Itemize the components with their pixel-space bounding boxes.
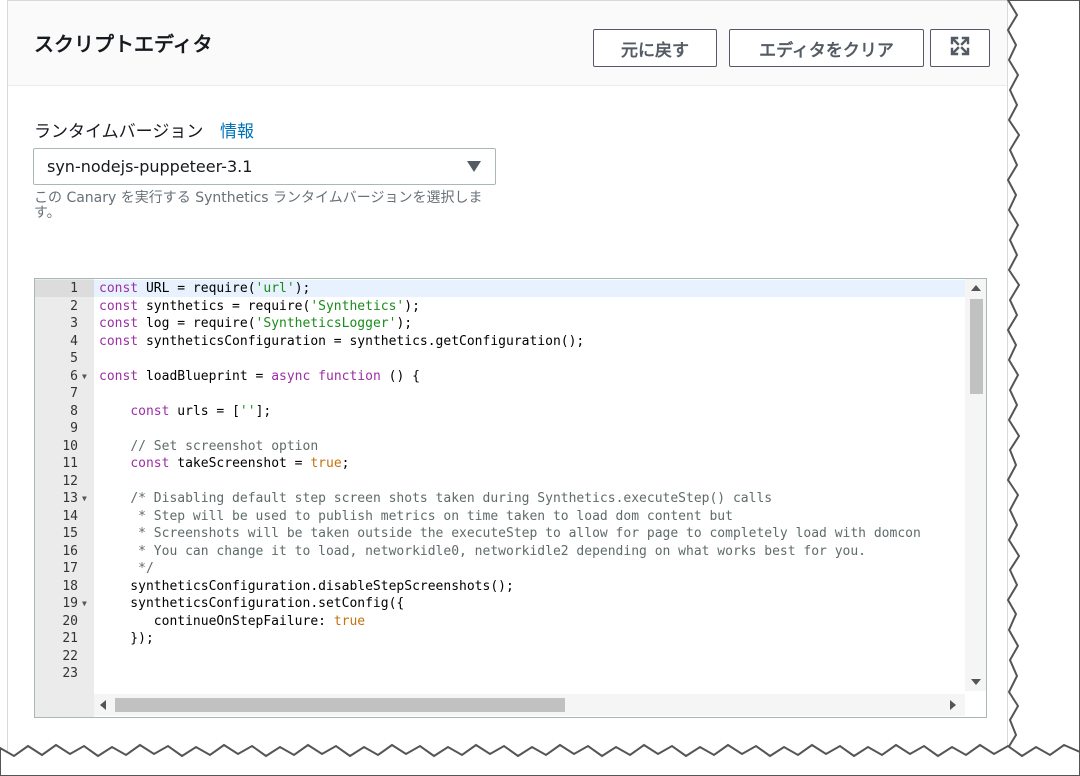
code-text: const synthetics = require('Synthetics')… [99, 298, 420, 314]
code-line[interactable]: 3 const log = require('SyntheticsLogger')… [35, 315, 965, 333]
code-editor[interactable]: 1 const URL = require('url'); 2 const synth… [34, 278, 987, 718]
code-line[interactable]: 7 [35, 385, 965, 403]
code-text: * Screenshots will be taken outside the … [99, 526, 921, 541]
code-text: // Set screenshot option [130, 438, 319, 454]
code-text: const urls = ['']; [130, 403, 272, 419]
code-line[interactable]: 1 const URL = require('url'); [35, 280, 965, 298]
line-number: 13 [62, 491, 78, 506]
undo-button[interactable]: 元に戻す [593, 29, 717, 67]
caret-down-icon [467, 161, 481, 172]
fold-toggle-icon[interactable]: ▼ [82, 490, 87, 508]
code-text: syntheticsConfiguration.disableStepScree… [99, 578, 514, 594]
code-line[interactable]: 4 const syntheticsConfiguration = synthet… [35, 333, 965, 351]
scroll-down-icon[interactable] [971, 679, 981, 685]
code-line[interactable]: 17 */ [35, 560, 965, 578]
code-line[interactable]: 22 [35, 648, 965, 666]
code-line[interactable]: 10 // Set screenshot option [35, 438, 965, 456]
code-text: continueOnStepFailure: true [99, 613, 366, 629]
scroll-up-icon[interactable] [971, 285, 981, 291]
code-text: }); [99, 631, 154, 646]
line-number: 1 [70, 281, 78, 296]
code-text: const takeScreenshot = true; [130, 456, 350, 471]
line-number: 9 [70, 421, 78, 436]
code-line[interactable]: 12 [35, 473, 965, 491]
fold-toggle-icon[interactable]: ▼ [82, 368, 87, 386]
fullscreen-button[interactable] [930, 29, 990, 67]
line-number: 22 [62, 648, 78, 664]
runtime-version-label: ランタイムバージョン [34, 122, 204, 142]
code-line[interactable]: 15 * Screenshots will be taken outside t… [35, 525, 965, 543]
fold-toggle-icon[interactable]: ▼ [82, 595, 87, 613]
code-text: * Step will be used to publish metrics o… [99, 508, 733, 524]
clear-editor-button[interactable]: エディタをクリア [729, 29, 924, 67]
line-number: 4 [70, 333, 78, 349]
line-number: 18 [62, 578, 78, 594]
scroll-right-icon[interactable] [950, 700, 956, 710]
runtime-version-value: syn-nodejs-puppeteer-3.1 [47, 157, 253, 176]
code-line[interactable]: 14 * Step will be used to publish metric… [35, 508, 965, 526]
info-link[interactable]: 情報 [220, 117, 254, 142]
vertical-scrollbar[interactable] [965, 279, 986, 691]
code-line[interactable]: 13 ▼ /* Disabling default step screen sho… [35, 490, 965, 508]
line-number: 3 [70, 316, 78, 331]
code-text: */ [99, 561, 154, 576]
line-number: 20 [62, 613, 78, 629]
code-text: const syntheticsConfiguration = syntheti… [99, 333, 585, 349]
line-number: 17 [62, 561, 78, 576]
code-text: * You can change it to load, networkidle… [99, 543, 867, 559]
code-lines[interactable]: 1 const URL = require('url'); 2 const synth… [35, 280, 965, 683]
code-line[interactable]: 18 syntheticsConfiguration.disableStepSc… [35, 578, 965, 596]
line-number: 6 [70, 368, 78, 384]
torn-edge-bottom [0, 743, 1080, 776]
code-line[interactable]: 8 const urls = ['']; [35, 403, 965, 421]
script-editor-panel: スクリプトエディタ 元に戻す エディタをクリア ランタイムバージョン 情報 sy… [7, 0, 1008, 760]
code-line[interactable]: 19 ▼ syntheticsConfiguration.setConfig({ [35, 595, 965, 613]
line-number: 23 [62, 666, 78, 681]
runtime-version-select[interactable]: syn-nodejs-puppeteer-3.1 [33, 148, 496, 185]
line-number: 7 [70, 386, 78, 401]
code-text: syntheticsConfiguration.setConfig({ [99, 596, 405, 611]
line-number: 2 [70, 298, 78, 314]
code-line[interactable]: 23 [35, 665, 965, 683]
vertical-scroll-thumb[interactable] [970, 299, 983, 394]
code-line[interactable]: 6 ▼ const loadBlueprint = async function (… [35, 368, 965, 386]
line-number: 12 [62, 473, 78, 489]
code-text: /* Disabling default step screen shots t… [130, 491, 773, 506]
line-number: 5 [70, 351, 78, 366]
line-number: 16 [62, 543, 78, 559]
code-line[interactable]: 20 continueOnStepFailure: true [35, 613, 965, 631]
code-text: const loadBlueprint = async function () … [99, 368, 420, 384]
line-number: 14 [62, 508, 78, 524]
panel-header: スクリプトエディタ 元に戻す エディタをクリア [8, 1, 1007, 86]
horizontal-scrollbar[interactable] [94, 694, 965, 716]
code-text: const log = require('SyntheticsLogger'); [99, 316, 413, 331]
code-line[interactable]: 5 [35, 350, 965, 368]
line-number: 8 [70, 403, 78, 419]
horizontal-scroll-thumb[interactable] [115, 698, 565, 712]
line-number: 19 [62, 596, 78, 611]
line-number: 15 [62, 526, 78, 541]
runtime-version-hint: この Canary を実行する Synthetics ランタイムバージョンを選択… [34, 190, 483, 221]
code-line[interactable]: 11 const takeScreenshot = true; [35, 455, 965, 473]
line-number: 21 [62, 631, 78, 646]
torn-edge-right [1006, 0, 1080, 776]
code-line[interactable]: 21 }); [35, 630, 965, 648]
line-number: 11 [62, 456, 78, 471]
code-line[interactable]: 2 const synthetics = require('Synthetics'… [35, 298, 965, 316]
scroll-left-icon[interactable] [100, 700, 106, 710]
expand-icon [950, 36, 970, 61]
panel-title: スクリプトエディタ [34, 32, 213, 56]
code-text: const URL = require('url'); [99, 281, 311, 296]
code-line[interactable]: 9 [35, 420, 965, 438]
code-line[interactable]: 16 * You can change it to load, networki… [35, 543, 965, 561]
line-number: 10 [62, 438, 78, 454]
